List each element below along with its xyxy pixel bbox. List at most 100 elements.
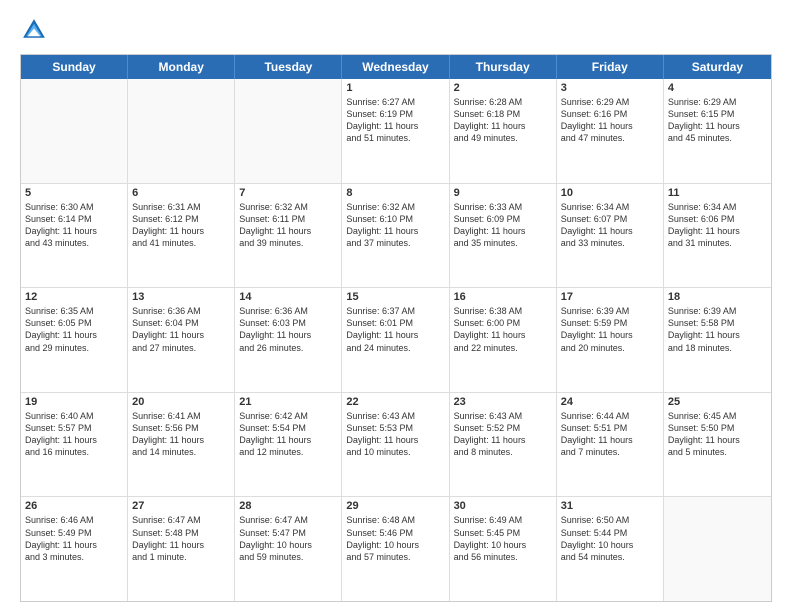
calendar-cell: 4 Sunrise: 6:29 AM Sunset: 6:15 PM Daylig… xyxy=(664,79,771,183)
calendar-cell: 25 Sunrise: 6:45 AM Sunset: 5:50 PM Dayli… xyxy=(664,393,771,497)
calendar-row-2: 12Sunrise: 6:35 AM Sunset: 6:05 PM Dayli… xyxy=(21,288,771,393)
cell-text: Sunrise: 6:48 AM Sunset: 5:46 PM Dayligh… xyxy=(346,514,444,563)
calendar-cell xyxy=(664,497,771,601)
calendar-cell: 11Sunrise: 6:34 AM Sunset: 6:06 PM Dayli… xyxy=(664,184,771,288)
cell-text: Sunrise: 6:44 AM Sunset: 5:51 PM Dayligh… xyxy=(561,410,659,459)
calendar-cell: 21 Sunrise: 6:42 AM Sunset: 5:54 PM Dayli… xyxy=(235,393,342,497)
cell-text: Sunrise: 6:27 AM Sunset: 6:19 PM Dayligh… xyxy=(346,96,444,145)
header xyxy=(20,16,772,44)
day-number: 14 xyxy=(239,291,337,303)
calendar-header-row: SundayMondayTuesdayWednesdayThursdayFrid… xyxy=(21,55,771,79)
calendar-row-3: 19Sunrise: 6:40 AM Sunset: 5:57 PM Dayli… xyxy=(21,393,771,498)
calendar-cell: 13 Sunrise: 6:36 AM Sunset: 6:04 PM Dayli… xyxy=(128,288,235,392)
day-number: 8 xyxy=(346,187,444,199)
calendar-cell: 18 Sunrise: 6:39 AM Sunset: 5:58 PM Dayli… xyxy=(664,288,771,392)
calendar-cell: 28 Sunrise: 6:47 AM Sunset: 5:47 PM Dayli… xyxy=(235,497,342,601)
calendar-cell: 8 Sunrise: 6:32 AM Sunset: 6:10 PM Daylig… xyxy=(342,184,449,288)
cell-text: Sunrise: 6:39 AM Sunset: 5:58 PM Dayligh… xyxy=(668,305,767,354)
calendar-body: 1Sunrise: 6:27 AM Sunset: 6:19 PM Daylig… xyxy=(21,79,771,601)
calendar-cell xyxy=(21,79,128,183)
calendar-cell xyxy=(128,79,235,183)
cell-text: Sunrise: 6:33 AM Sunset: 6:09 PM Dayligh… xyxy=(454,201,552,250)
day-number: 28 xyxy=(239,500,337,512)
day-number: 7 xyxy=(239,187,337,199)
calendar-cell: 15 Sunrise: 6:37 AM Sunset: 6:01 PM Dayli… xyxy=(342,288,449,392)
day-number: 20 xyxy=(132,396,230,408)
calendar-cell: 26 Sunrise: 6:46 AM Sunset: 5:49 PM Dayli… xyxy=(21,497,128,601)
calendar-cell: 3Sunrise: 6:29 AM Sunset: 6:16 PM Daylig… xyxy=(557,79,664,183)
day-number: 21 xyxy=(239,396,337,408)
calendar-row-4: 26 Sunrise: 6:46 AM Sunset: 5:49 PM Dayli… xyxy=(21,497,771,601)
calendar-cell: 12Sunrise: 6:35 AM Sunset: 6:05 PM Dayli… xyxy=(21,288,128,392)
calendar-header-saturday: Saturday xyxy=(664,55,771,79)
cell-text: Sunrise: 6:34 AM Sunset: 6:07 PM Dayligh… xyxy=(561,201,659,250)
cell-text: Sunrise: 6:37 AM Sunset: 6:01 PM Dayligh… xyxy=(346,305,444,354)
day-number: 23 xyxy=(454,396,552,408)
calendar-cell: 31 Sunrise: 6:50 AM Sunset: 5:44 PM Dayli… xyxy=(557,497,664,601)
cell-text: Sunrise: 6:40 AM Sunset: 5:57 PM Dayligh… xyxy=(25,410,123,459)
day-number: 18 xyxy=(668,291,767,303)
day-number: 11 xyxy=(668,187,767,199)
calendar-cell: 20 Sunrise: 6:41 AM Sunset: 5:56 PM Dayli… xyxy=(128,393,235,497)
calendar-cell: 30 Sunrise: 6:49 AM Sunset: 5:45 PM Dayli… xyxy=(450,497,557,601)
cell-text: Sunrise: 6:36 AM Sunset: 6:04 PM Dayligh… xyxy=(132,305,230,354)
cell-text: Sunrise: 6:46 AM Sunset: 5:49 PM Dayligh… xyxy=(25,514,123,563)
day-number: 22 xyxy=(346,396,444,408)
cell-text: Sunrise: 6:35 AM Sunset: 6:05 PM Dayligh… xyxy=(25,305,123,354)
cell-text: Sunrise: 6:50 AM Sunset: 5:44 PM Dayligh… xyxy=(561,514,659,563)
cell-text: Sunrise: 6:43 AM Sunset: 5:52 PM Dayligh… xyxy=(454,410,552,459)
calendar-header-friday: Friday xyxy=(557,55,664,79)
cell-text: Sunrise: 6:31 AM Sunset: 6:12 PM Dayligh… xyxy=(132,201,230,250)
calendar: SundayMondayTuesdayWednesdayThursdayFrid… xyxy=(20,54,772,602)
calendar-row-1: 5 Sunrise: 6:30 AM Sunset: 6:14 PM Daylig… xyxy=(21,184,771,289)
day-number: 15 xyxy=(346,291,444,303)
calendar-cell: 1Sunrise: 6:27 AM Sunset: 6:19 PM Daylig… xyxy=(342,79,449,183)
day-number: 9 xyxy=(454,187,552,199)
calendar-cell: 16Sunrise: 6:38 AM Sunset: 6:00 PM Dayli… xyxy=(450,288,557,392)
day-number: 6 xyxy=(132,187,230,199)
cell-text: Sunrise: 6:36 AM Sunset: 6:03 PM Dayligh… xyxy=(239,305,337,354)
day-number: 17 xyxy=(561,291,659,303)
calendar-cell: 17 Sunrise: 6:39 AM Sunset: 5:59 PM Dayli… xyxy=(557,288,664,392)
calendar-cell: 22Sunrise: 6:43 AM Sunset: 5:53 PM Dayli… xyxy=(342,393,449,497)
calendar-cell: 27 Sunrise: 6:47 AM Sunset: 5:48 PM Dayli… xyxy=(128,497,235,601)
day-number: 31 xyxy=(561,500,659,512)
day-number: 25 xyxy=(668,396,767,408)
cell-text: Sunrise: 6:39 AM Sunset: 5:59 PM Dayligh… xyxy=(561,305,659,354)
day-number: 26 xyxy=(25,500,123,512)
cell-text: Sunrise: 6:32 AM Sunset: 6:10 PM Dayligh… xyxy=(346,201,444,250)
cell-text: Sunrise: 6:38 AM Sunset: 6:00 PM Dayligh… xyxy=(454,305,552,354)
calendar-cell: 6 Sunrise: 6:31 AM Sunset: 6:12 PM Daylig… xyxy=(128,184,235,288)
day-number: 30 xyxy=(454,500,552,512)
day-number: 13 xyxy=(132,291,230,303)
calendar-cell: 9 Sunrise: 6:33 AM Sunset: 6:09 PM Daylig… xyxy=(450,184,557,288)
page: SundayMondayTuesdayWednesdayThursdayFrid… xyxy=(0,0,792,612)
calendar-cell xyxy=(235,79,342,183)
calendar-cell: 19Sunrise: 6:40 AM Sunset: 5:57 PM Dayli… xyxy=(21,393,128,497)
cell-text: Sunrise: 6:47 AM Sunset: 5:48 PM Dayligh… xyxy=(132,514,230,563)
cell-text: Sunrise: 6:49 AM Sunset: 5:45 PM Dayligh… xyxy=(454,514,552,563)
cell-text: Sunrise: 6:29 AM Sunset: 6:15 PM Dayligh… xyxy=(668,96,767,145)
calendar-cell: 24Sunrise: 6:44 AM Sunset: 5:51 PM Dayli… xyxy=(557,393,664,497)
cell-text: Sunrise: 6:41 AM Sunset: 5:56 PM Dayligh… xyxy=(132,410,230,459)
calendar-header-thursday: Thursday xyxy=(450,55,557,79)
day-number: 5 xyxy=(25,187,123,199)
day-number: 4 xyxy=(668,82,767,94)
calendar-header-tuesday: Tuesday xyxy=(235,55,342,79)
logo xyxy=(20,16,52,44)
day-number: 10 xyxy=(561,187,659,199)
day-number: 2 xyxy=(454,82,552,94)
calendar-header-sunday: Sunday xyxy=(21,55,128,79)
day-number: 29 xyxy=(346,500,444,512)
calendar-cell: 10 Sunrise: 6:34 AM Sunset: 6:07 PM Dayli… xyxy=(557,184,664,288)
cell-text: Sunrise: 6:42 AM Sunset: 5:54 PM Dayligh… xyxy=(239,410,337,459)
calendar-cell: 23 Sunrise: 6:43 AM Sunset: 5:52 PM Dayli… xyxy=(450,393,557,497)
cell-text: Sunrise: 6:45 AM Sunset: 5:50 PM Dayligh… xyxy=(668,410,767,459)
cell-text: Sunrise: 6:32 AM Sunset: 6:11 PM Dayligh… xyxy=(239,201,337,250)
cell-text: Sunrise: 6:47 AM Sunset: 5:47 PM Dayligh… xyxy=(239,514,337,563)
calendar-cell: 7 Sunrise: 6:32 AM Sunset: 6:11 PM Daylig… xyxy=(235,184,342,288)
calendar-header-monday: Monday xyxy=(128,55,235,79)
day-number: 27 xyxy=(132,500,230,512)
cell-text: Sunrise: 6:30 AM Sunset: 6:14 PM Dayligh… xyxy=(25,201,123,250)
calendar-cell: 14 Sunrise: 6:36 AM Sunset: 6:03 PM Dayli… xyxy=(235,288,342,392)
